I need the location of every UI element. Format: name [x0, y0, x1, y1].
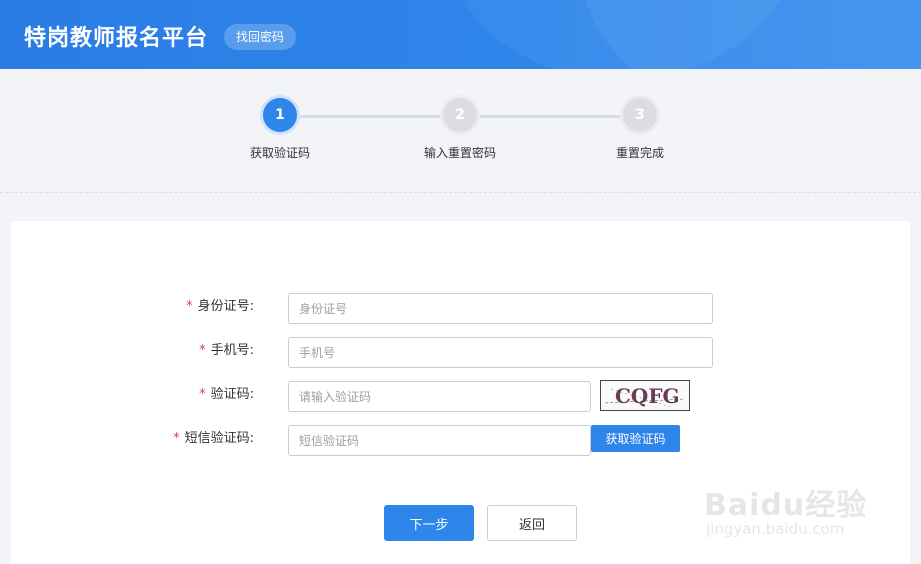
baidu-jingyan-watermark: Baidu经验 jingyan.baidu.com: [704, 462, 874, 552]
label-text: 身份证号:: [197, 299, 254, 314]
step-2: 2 输入重置密码: [400, 95, 520, 161]
watermark-url: jingyan.baidu.com: [706, 520, 845, 538]
captcha-text: CQFG: [615, 384, 680, 408]
step-label: 重置完成: [615, 146, 664, 160]
captcha-glyphs: CQFG: [604, 384, 686, 408]
required-mark: *: [186, 299, 193, 314]
get-sms-code-button[interactable]: 获取验证码: [591, 425, 680, 452]
captcha-label: * 验证码:: [11, 380, 254, 410]
platform-title: 特岗教师报名平台: [24, 26, 209, 51]
label-text: 手机号:: [210, 343, 254, 358]
sms-code-label: * 短信验证码:: [11, 424, 254, 454]
step-label: 输入重置密码: [423, 146, 496, 160]
captcha-image[interactable]: CQFG: [600, 380, 690, 411]
step-number: 2: [440, 95, 480, 135]
progress-steps: 1 获取验证码 2 输入重置密码 3 重置完成: [0, 69, 921, 193]
step-3: 3 重置完成: [580, 95, 700, 161]
phone-input[interactable]: [288, 337, 713, 368]
required-mark: *: [199, 387, 206, 402]
required-mark: *: [173, 431, 180, 446]
phone-label: * 手机号:: [11, 336, 254, 366]
label-text: 验证码:: [210, 387, 254, 402]
id-card-label: * 身份证号:: [11, 292, 254, 322]
step-number: 1: [260, 95, 300, 135]
next-step-button[interactable]: 下一步: [384, 505, 474, 541]
id-card-input[interactable]: [288, 293, 713, 324]
sms-code-input[interactable]: [288, 425, 591, 456]
step-1: 1 获取验证码: [220, 95, 340, 161]
step-label: 获取验证码: [249, 146, 310, 160]
label-text: 短信验证码:: [184, 431, 254, 446]
captcha-input[interactable]: [288, 381, 591, 412]
required-mark: *: [199, 343, 206, 358]
top-header: 特岗教师报名平台 找回密码: [0, 0, 921, 69]
watermark-brand: Baidu经验: [704, 488, 868, 523]
page-title-badge: 找回密码: [224, 24, 297, 50]
back-button[interactable]: 返回: [487, 505, 577, 541]
step-number: 3: [620, 95, 660, 135]
